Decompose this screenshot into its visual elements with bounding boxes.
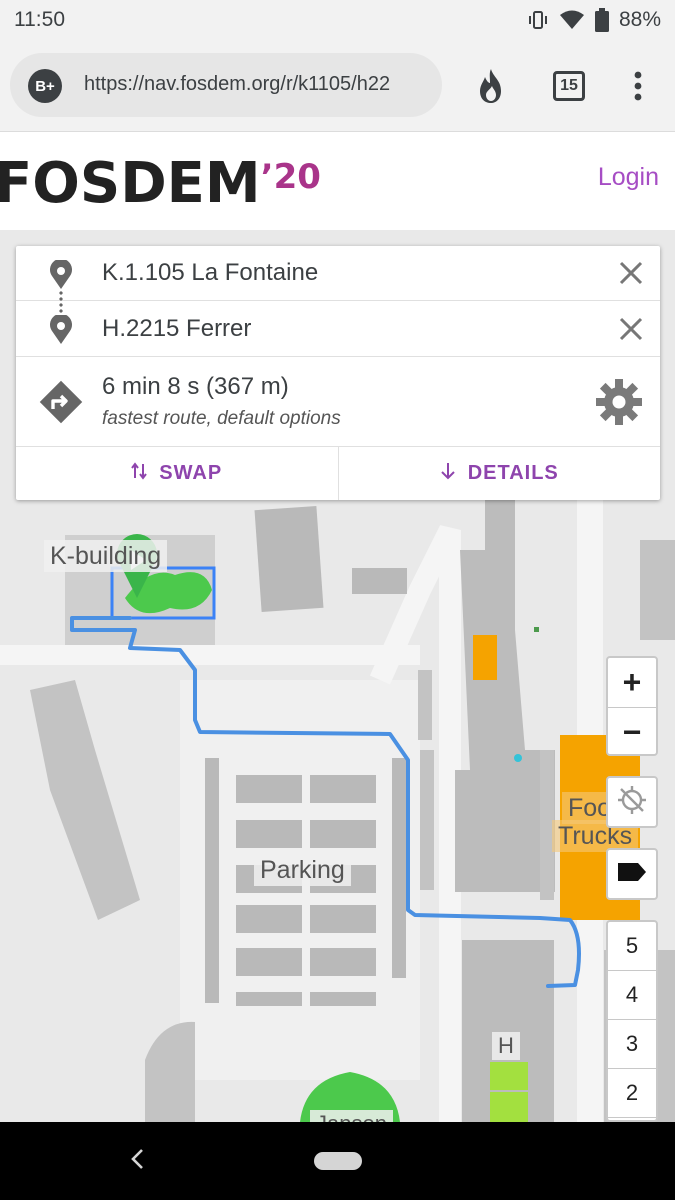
map-marker xyxy=(534,627,539,632)
map-building xyxy=(418,670,432,740)
route-to-row[interactable]: H.2215 Ferrer xyxy=(16,301,660,357)
map-room-orange xyxy=(473,635,497,680)
h-room-green xyxy=(490,1092,528,1122)
map-building xyxy=(254,505,324,613)
home-handle[interactable] xyxy=(314,1152,362,1170)
status-icons: 88% xyxy=(527,8,661,32)
route-from-row[interactable]: K.1.105 La Fontaine xyxy=(16,246,660,301)
map-label-janson: Janson xyxy=(310,1110,393,1122)
back-icon[interactable] xyxy=(128,1146,146,1177)
logo-text: FOSDEM xyxy=(0,151,261,216)
zoom-control: + − xyxy=(606,656,658,756)
map-label-parking: Parking xyxy=(254,854,351,886)
destination-pin-icon xyxy=(48,313,74,350)
map-building xyxy=(640,540,675,640)
route-to-text[interactable]: H.2215 Ferrer xyxy=(102,315,251,343)
floor-2-button[interactable]: 2 xyxy=(608,1069,656,1118)
wifi-icon xyxy=(559,9,585,31)
login-link[interactable]: Login xyxy=(598,163,659,192)
swap-button[interactable]: SWAP xyxy=(16,447,339,500)
floor-selector: 5 4 3 2 xyxy=(606,920,658,1122)
clear-to-icon[interactable] xyxy=(616,314,646,344)
status-time: 11:50 xyxy=(14,8,65,31)
route-panel: K.1.105 La Fontaine H.2215 Ferrer 6 min … xyxy=(16,246,660,500)
swap-label: SWAP xyxy=(159,462,223,484)
browser-toolbar: B+ https://nav.fosdem.org/r/k1105/h22 15 xyxy=(0,40,675,132)
vibrate-icon xyxy=(527,9,549,31)
clear-from-icon[interactable] xyxy=(616,258,646,288)
site-header: FOSDEM’20 Login xyxy=(0,133,675,230)
map-label-k-building: K-building xyxy=(44,540,168,572)
system-nav-bar xyxy=(0,1122,675,1200)
zoom-out-button[interactable]: − xyxy=(608,707,656,756)
floor-5-button[interactable]: 5 xyxy=(608,922,656,971)
floor-4-button[interactable]: 4 xyxy=(608,971,656,1020)
map-building xyxy=(30,680,140,920)
map-path xyxy=(0,645,420,665)
route-actions: SWAP DETAILS xyxy=(16,447,660,500)
map-building xyxy=(145,1021,195,1122)
battery-percent: 88% xyxy=(618,8,661,31)
zoom-in-button[interactable]: + xyxy=(608,658,656,707)
label-tag-icon xyxy=(616,861,648,888)
directions-icon xyxy=(36,377,86,432)
status-bar: 11:50 88% xyxy=(0,0,675,40)
fire-icon[interactable] xyxy=(467,62,515,110)
locate-button[interactable] xyxy=(606,776,658,828)
map-marker xyxy=(514,754,522,762)
details-button[interactable]: DETAILS xyxy=(339,447,661,500)
details-label: DETAILS xyxy=(467,462,559,484)
tab-count: 15 xyxy=(553,71,585,101)
h-room-green xyxy=(490,1062,528,1090)
swap-icon xyxy=(131,461,148,486)
url-text[interactable]: https://nav.fosdem.org/r/k1105/h22 xyxy=(84,73,390,96)
route-options: fastest route, default options xyxy=(102,408,341,429)
tabs-icon[interactable]: 15 xyxy=(545,62,593,110)
settings-gear-icon[interactable] xyxy=(594,377,644,432)
route-summary-row: 6 min 8 s (367 m) fastest route, default… xyxy=(16,357,660,447)
more-vert-icon[interactable] xyxy=(614,62,662,110)
battery-icon xyxy=(594,8,609,32)
arrow-down-icon xyxy=(440,462,456,486)
floor-3-button[interactable]: 3 xyxy=(608,1020,656,1069)
map-building xyxy=(420,750,434,890)
logo-year: ’20 xyxy=(260,157,321,197)
route-duration: 6 min 8 s (367 m) xyxy=(102,373,289,400)
map-building xyxy=(352,568,407,594)
locate-off-icon xyxy=(617,785,647,820)
fosdem-logo[interactable]: FOSDEM’20 xyxy=(0,151,321,216)
labels-toggle-button[interactable] xyxy=(606,848,658,900)
address-bar[interactable]: B+ https://nav.fosdem.org/r/k1105/h22 xyxy=(10,53,442,117)
map-label-h: H xyxy=(492,1032,520,1060)
route-from-text[interactable]: K.1.105 La Fontaine xyxy=(102,259,318,287)
site-badge-icon[interactable]: B+ xyxy=(28,69,62,103)
